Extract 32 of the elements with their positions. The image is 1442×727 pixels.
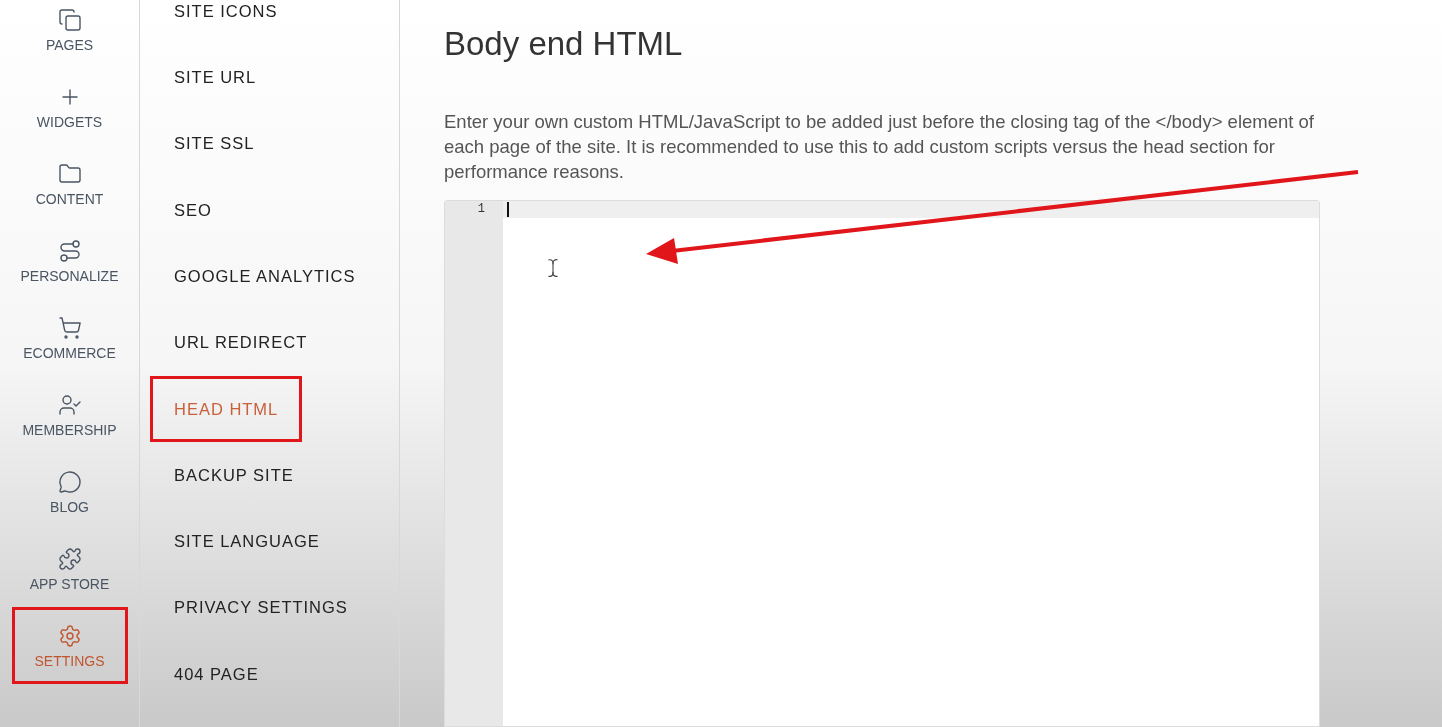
nav-item[interactable]: BLOG [11, 453, 128, 530]
nav-item[interactable]: ECOMMERCE [11, 299, 128, 376]
description: Enter your own custom HTML/JavaScript to be added just before the closing tag of the </body> element of each page of the site. It is recommended to use this to add custom scripts versus the head section for performance reasons. [444, 110, 1315, 184]
settings-menu-item[interactable]: BACKUP SITE [150, 442, 318, 509]
chat-bubble-icon [57, 469, 82, 494]
settings-menu-item[interactable]: SITE ICONS [150, 0, 302, 45]
settings-menu-item[interactable]: URL REDIRECT [150, 309, 332, 376]
cart-icon [57, 315, 82, 340]
settings-menu-item[interactable]: 404 PAGE [150, 641, 283, 708]
nav-item[interactable]: CONTENT [11, 145, 128, 222]
settings-menu-item[interactable]: PRIVACY SETTINGS [150, 574, 372, 641]
puzzle-icon [57, 546, 82, 571]
nav-item[interactable]: MEMBERSHIP [11, 376, 128, 453]
settings-menu-item[interactable]: GOOGLE ANALYTICS [150, 243, 380, 310]
settings-menu-item[interactable]: HEAD HTML [150, 375, 303, 442]
nav-item[interactable]: APP STORE [11, 530, 128, 607]
settings-menu-item[interactable]: SEO [150, 177, 236, 244]
nav-item[interactable]: WIDGETS [11, 68, 128, 145]
settings-menu-item[interactable]: SITE SSL [150, 110, 279, 177]
nav-item[interactable]: PAGES [11, 0, 128, 68]
page-title: Body end HTML [444, 24, 684, 64]
line-number: 1 [476, 201, 486, 218]
route-icon [57, 238, 82, 263]
text-caret [507, 202, 509, 217]
settings-menu-item[interactable]: SITE URL [150, 44, 281, 111]
pages-icon [57, 7, 82, 32]
user-check-icon [57, 392, 82, 417]
folder-icon [57, 161, 82, 186]
nav-item[interactable]: PERSONALIZE [11, 222, 128, 299]
settings-icon [57, 623, 82, 648]
settings-menu-item[interactable]: SITE LANGUAGE [150, 508, 344, 575]
code-editor[interactable]: 1 [444, 200, 1320, 727]
